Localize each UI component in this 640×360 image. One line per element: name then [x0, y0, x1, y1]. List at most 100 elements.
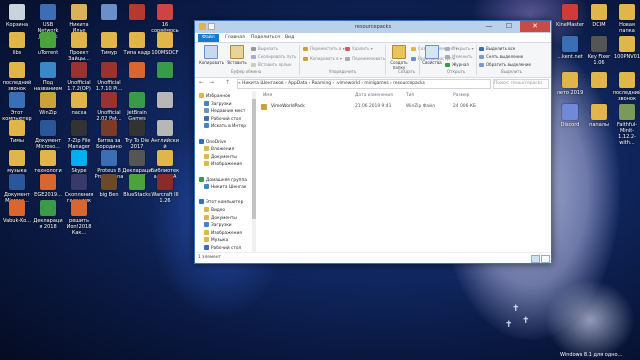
desktop-icon[interactable]: Warcraft III 1.26	[150, 174, 180, 204]
desktop-icon[interactable]: 100PNV01	[612, 36, 640, 60]
properties-button[interactable]: Свойства	[421, 45, 443, 65]
up-button[interactable]: ↑	[225, 79, 230, 86]
desktop-icon[interactable]: последний звонок	[2, 62, 32, 92]
desktop-icon[interactable]: Этот компьютер	[2, 92, 32, 122]
search-input[interactable]: Поиск: resourcepacks	[493, 79, 549, 89]
maximize-button[interactable]: ☐	[499, 21, 519, 32]
desktop-icon[interactable]: BlueStacks	[122, 174, 152, 198]
desktop-icon[interactable]: Проект Зайцы...	[64, 32, 94, 62]
column-header-size[interactable]: Размер	[453, 93, 469, 98]
back-button[interactable]: ←	[199, 79, 204, 86]
desktop-icon[interactable]: uTorrent	[33, 32, 63, 56]
desktop-icon[interactable]: KineMaster	[555, 4, 585, 28]
navigation-scrollbar[interactable]	[252, 91, 256, 252]
desktop-icon[interactable]: папалы	[584, 104, 614, 128]
nav-item-icon	[199, 93, 204, 98]
desktop-icon[interactable]: Vabuk-Ko...	[2, 200, 32, 224]
desktop-icon[interactable]: WinZip	[33, 92, 63, 116]
desktop-icon[interactable]: Документ Microso...	[33, 120, 63, 150]
desktop-icon[interactable]	[122, 4, 152, 22]
desktop-icon[interactable]: Тимы	[2, 120, 32, 144]
desktop-icon[interactable]	[94, 4, 124, 22]
address-bar[interactable]: « Никита Шенгаков › AppData › Roaming › …	[237, 79, 491, 89]
invert-selection-button[interactable]: Обратить выделение	[479, 62, 531, 67]
move-to-button[interactable]: Переместить в ▾	[303, 46, 345, 51]
desktop-icon[interactable]: Новая папка	[612, 4, 640, 34]
desktop-icon[interactable]: DCIM	[584, 4, 614, 28]
desktop-icon[interactable]: Под названием	[33, 62, 63, 92]
copy-button[interactable]: Копировать	[199, 45, 224, 65]
copy-path-button[interactable]: Скопировать путь	[251, 54, 296, 59]
app-icon	[157, 32, 173, 48]
desktop-icon-label: 100MSDCF	[151, 50, 179, 56]
delete-button[interactable]: Удалить ▾	[345, 46, 373, 51]
select-all-button[interactable]: Выделить все	[479, 46, 515, 51]
desktop-icon-label: ЕGE2019...	[34, 192, 62, 198]
desktop-icon[interactable]: 100MSDCF	[150, 32, 180, 56]
copy-path-icon	[251, 55, 256, 59]
tab-share[interactable]: Поделиться	[247, 34, 284, 42]
desktop-icon[interactable]: Битва за Бородино	[94, 120, 124, 150]
copy-to-button[interactable]: Копировать в ▾	[303, 56, 342, 61]
minimize-button[interactable]: —	[479, 21, 499, 32]
large-icons-view-button[interactable]	[541, 255, 550, 263]
desktop-icon[interactable]: музыка	[2, 150, 32, 174]
file-size: 24 006 КБ	[453, 104, 476, 109]
column-header-name[interactable]: Имя	[263, 93, 272, 98]
desktop-icon[interactable]: big Ben	[94, 174, 124, 198]
forward-button[interactable]: →	[209, 79, 214, 86]
desktop-icon[interactable]: Unofficial 1.7.10 Pi...	[94, 62, 124, 92]
desktop-icon[interactable]	[584, 72, 614, 90]
close-button[interactable]: ✕	[520, 21, 550, 32]
desktop-icon[interactable]: Тимур	[94, 32, 124, 56]
new-folder-button[interactable]: Создать папку	[389, 45, 409, 70]
tab-file[interactable]: Файл	[198, 34, 219, 42]
details-view-button[interactable]	[531, 255, 540, 263]
desktop-icon[interactable]: Никита Илье	[64, 4, 94, 34]
tab-view[interactable]: Вид	[281, 34, 298, 42]
app-icon	[101, 62, 117, 78]
app-icon	[157, 92, 173, 108]
desktop-icon[interactable]: Key Fixer 1.06	[584, 36, 614, 66]
rename-button[interactable]: Переименовать	[345, 56, 385, 61]
app-icon	[40, 92, 56, 108]
desktop-icon[interactable]: 7-Zip File Manager	[64, 120, 94, 150]
nav-item[interactable]: Рабочий стол	[195, 245, 253, 252]
select-none-button[interactable]: Снять выделение	[479, 54, 523, 59]
desktop-icon[interactable]: Unofficial 1.7.2(OP)	[64, 62, 94, 92]
desktop-icon-label: Битва за Бородино	[96, 138, 122, 150]
desktop-icon[interactable]: Try To Die 2017	[122, 120, 152, 150]
desktop-icon[interactable]: libs	[2, 32, 32, 56]
paste-button[interactable]: Вставить	[225, 45, 249, 65]
desktop-icon[interactable]: Типа кадр	[122, 32, 152, 56]
desktop-icon[interactable]	[150, 92, 180, 110]
desktop-icon[interactable]: последний звонок	[612, 72, 640, 102]
desktop-icon[interactable]: ЕGE2019...	[33, 174, 63, 198]
desktop-icon[interactable]	[122, 62, 152, 80]
desktop-icon[interactable]: ...kent.net	[555, 36, 585, 60]
desktop-icon[interactable]: Faithful-Minit-1.12.2-with...	[612, 104, 640, 146]
column-header-type[interactable]: Тип	[406, 93, 414, 98]
desktop-icon[interactable]: решить Иоп!2018 Как...	[64, 200, 94, 236]
scrollbar-thumb[interactable]	[252, 99, 256, 219]
edit-button[interactable]: Изменить	[445, 54, 473, 59]
open-button[interactable]: Открыть ▾	[445, 46, 474, 51]
paste-shortcut-button[interactable]: Вставить ярлык	[251, 62, 292, 67]
desktop-icon[interactable]: Discord	[555, 104, 585, 128]
desktop-icon[interactable]: пасха	[64, 92, 94, 116]
column-header-date[interactable]: Дата изменения	[355, 93, 393, 98]
desktop-icon[interactable]: лето 2019	[555, 72, 585, 96]
desktop-icon[interactable]: JetBrain Games	[122, 92, 152, 122]
desktop-icon[interactable]: Корзина	[2, 4, 32, 28]
desktop-icon[interactable]: Английский	[150, 120, 180, 150]
desktop-icon[interactable]: Декларация 2018	[33, 200, 63, 230]
title-bar[interactable]: resourcepacks — ☐ ✕	[195, 21, 551, 33]
file-row[interactable]: VimeWorldPack 21.06.2019 9:41 WinZip Фай…	[261, 103, 481, 111]
cut-button[interactable]: Вырезать	[251, 46, 278, 51]
history-button[interactable]: Журнал	[445, 62, 469, 67]
desktop-icon[interactable]	[150, 62, 180, 80]
desktop-icon[interactable]: 16 сорвёмось	[150, 4, 180, 34]
tab-home[interactable]: Главная	[221, 34, 249, 42]
desktop-icon[interactable]: Unofficial 2.02 Pat...	[94, 92, 124, 122]
desktop-icon[interactable]: Skype	[64, 150, 94, 174]
